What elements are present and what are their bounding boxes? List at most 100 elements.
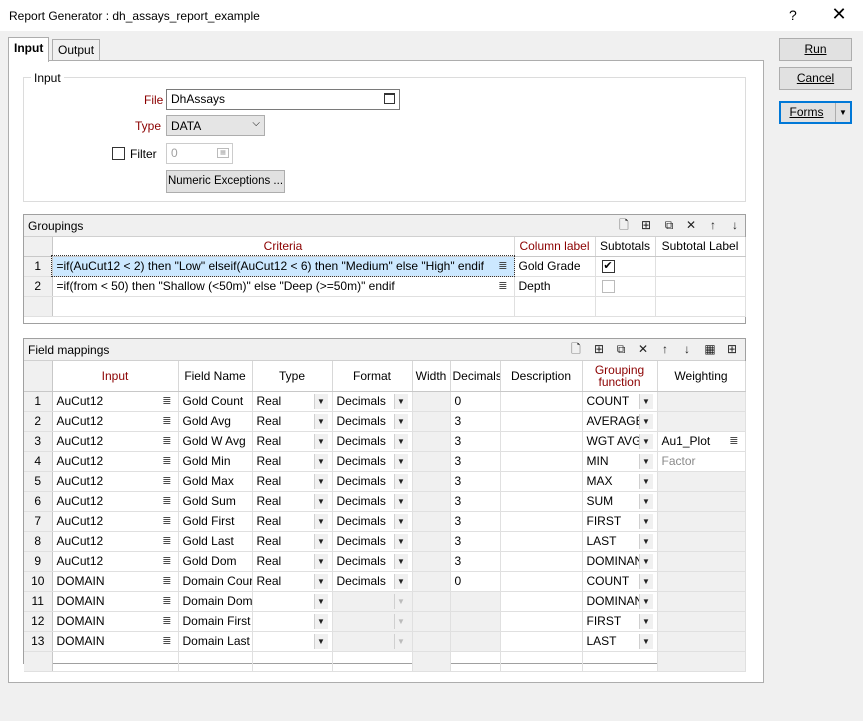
format-dropdown-icon[interactable]: ▼ — [393, 533, 408, 549]
function-dropdown-icon[interactable]: ▼ — [638, 453, 653, 469]
weighting-cell[interactable]: Au1_Plot ≣ — [657, 431, 746, 452]
filter-calendar-icon[interactable]: ▦ — [217, 148, 229, 158]
table-row[interactable]: 8 AuCut12 ≣ Gold Last Real ▼ Decimals ▼ 3 LAST ▼ — [24, 531, 746, 552]
new-row-icon[interactable]: 🗋 — [617, 218, 631, 232]
function-dropdown-icon[interactable]: ▼ — [638, 533, 653, 549]
type-dropdown-icon[interactable]: ▼ — [313, 393, 328, 409]
width-cell[interactable] — [412, 611, 451, 632]
format-dropdown-icon[interactable]: ▼ — [393, 573, 408, 589]
width-cell[interactable] — [412, 631, 451, 652]
width-cell[interactable] — [412, 491, 451, 512]
field-name-cell[interactable]: Gold Last — [178, 531, 253, 552]
format-cell[interactable]: ▼ — [332, 631, 413, 652]
function-dropdown-icon[interactable]: ▼ — [638, 413, 653, 429]
function-dropdown-icon[interactable]: ▼ — [638, 573, 653, 589]
format-dropdown-icon[interactable]: ▼ — [393, 393, 408, 409]
tab-input[interactable]: Input — [8, 37, 50, 62]
description-cell[interactable] — [500, 411, 583, 432]
width-cell[interactable] — [412, 531, 451, 552]
grouping-function-cell[interactable]: DOMINAN ▼ — [582, 591, 658, 612]
function-dropdown-icon[interactable]: ▼ — [638, 633, 653, 649]
width-cell[interactable] — [412, 551, 451, 572]
type-dropdown-icon[interactable]: ▼ — [313, 453, 328, 469]
expression-menu-icon[interactable]: ≣ — [162, 612, 171, 631]
type-dropdown-icon[interactable]: ▼ — [313, 413, 328, 429]
grouping-function-header[interactable]: Grouping function — [582, 361, 658, 392]
decimals-cell[interactable]: 3 — [450, 531, 501, 552]
forms-dropdown-icon[interactable]: ▼ — [835, 103, 850, 122]
expression-menu-icon[interactable]: ≣ — [162, 392, 171, 411]
type-dropdown-icon[interactable]: ▼ — [313, 533, 328, 549]
type-cell[interactable]: Real ▼ — [252, 391, 333, 412]
input-cell[interactable]: DOMAIN ≣ — [52, 591, 179, 612]
grouping-function-cell[interactable]: SUM ▼ — [582, 491, 658, 512]
table-row[interactable]: 3 AuCut12 ≣ Gold W Avg Real ▼ Decimals ▼ 3 WGT AV… — [24, 431, 746, 452]
decimals-cell[interactable]: 3 — [450, 471, 501, 492]
subtotal-checkbox-checked[interactable]: ✔ — [601, 259, 615, 273]
format-dropdown-icon[interactable]: ▼ — [393, 513, 408, 529]
table-row[interactable]: 5 AuCut12 ≣ Gold Max Real ▼ Decimals ▼ 3 MAX ▼ — [24, 471, 746, 492]
field-name-cell[interactable]: Domain Last — [178, 631, 253, 652]
function-dropdown-icon[interactable]: ▼ — [638, 473, 653, 489]
expression-menu-icon[interactable]: ≣ — [729, 432, 738, 451]
format-cell[interactable]: Decimals ▼ — [332, 451, 413, 472]
subtotal-label-cell[interactable] — [655, 256, 746, 277]
format-cell[interactable]: Decimals ▼ — [332, 551, 413, 572]
field-name-cell[interactable]: Gold W Avg — [178, 431, 253, 452]
subtotal-label-cell[interactable] — [655, 276, 746, 297]
format-dropdown-icon[interactable]: ▼ — [393, 613, 408, 629]
input-cell[interactable]: AuCut12 ≣ — [52, 471, 179, 492]
description-cell[interactable] — [500, 391, 583, 412]
move-down-icon[interactable]: ↓ — [728, 218, 742, 232]
criteria-cell[interactable]: =if(from < 50) then "Shallow (<50m)" els… — [52, 276, 515, 297]
decimals-cell[interactable] — [450, 611, 501, 632]
type-cell[interactable]: Real ▼ — [252, 471, 333, 492]
field-name-cell[interactable]: Gold Dom — [178, 551, 253, 572]
filter-checkbox[interactable] — [112, 147, 125, 160]
format-dropdown-icon[interactable]: ▼ — [393, 433, 408, 449]
width-cell[interactable] — [412, 471, 451, 492]
weighting-cell[interactable] — [657, 491, 746, 512]
browse-icon[interactable] — [384, 93, 395, 104]
format-cell[interactable]: ▼ — [332, 611, 413, 632]
weighting-cell[interactable] — [657, 411, 746, 432]
run-button[interactable]: Run — [779, 38, 852, 61]
expression-menu-icon[interactable]: ≣ — [162, 532, 171, 551]
grouping-function-cell[interactable]: FIRST ▼ — [582, 511, 658, 532]
input-header[interactable]: Input — [52, 361, 179, 392]
expression-menu-icon[interactable]: ≣ — [162, 632, 171, 651]
decimals-cell[interactable]: 3 — [450, 411, 501, 432]
weighting-cell[interactable] — [657, 471, 746, 492]
cancel-button[interactable]: Cancel — [779, 67, 852, 90]
description-cell[interactable] — [500, 431, 583, 452]
expression-menu-icon[interactable]: ≣ — [162, 452, 171, 471]
type-dropdown-icon[interactable]: ▼ — [313, 613, 328, 629]
subtotal-checkbox[interactable] — [601, 279, 615, 293]
field-name-cell[interactable]: Gold Sum — [178, 491, 253, 512]
input-cell[interactable]: AuCut12 ≣ — [52, 531, 179, 552]
field-name-cell[interactable]: Domain Cour — [178, 571, 253, 592]
weighting-cell[interactable] — [657, 531, 746, 552]
grouping-function-cell[interactable]: MIN ▼ — [582, 451, 658, 472]
copy-row-icon[interactable]: ⧉ — [662, 218, 676, 232]
format-dropdown-icon[interactable]: ▼ — [393, 493, 408, 509]
subtotal-label-header[interactable]: Subtotal Label — [655, 237, 746, 257]
expression-menu-icon[interactable]: ≣ — [162, 432, 171, 451]
type-dropdown-icon[interactable]: ▼ — [313, 493, 328, 509]
function-dropdown-icon[interactable]: ▼ — [638, 493, 653, 509]
function-dropdown-icon[interactable]: ▼ — [638, 593, 653, 609]
type-dropdown-icon[interactable]: ▼ — [313, 553, 328, 569]
function-dropdown-icon[interactable]: ▼ — [638, 613, 653, 629]
insert-row-icon[interactable]: ⊞ — [592, 342, 606, 356]
expression-menu-icon[interactable]: ≣ — [498, 277, 507, 296]
weighting-cell[interactable] — [657, 511, 746, 532]
table-row[interactable]: 2 =if(from < 50) then "Shallow (<50m)" e… — [24, 276, 746, 297]
function-dropdown-icon[interactable]: ▼ — [638, 553, 653, 569]
table-row[interactable]: 7 AuCut12 ≣ Gold First Real ▼ Decimals ▼ 3 FIRST ▼ — [24, 511, 746, 532]
type-cell[interactable]: Real ▼ — [252, 411, 333, 432]
expression-menu-icon[interactable]: ≣ — [498, 257, 507, 276]
grid-view-icon[interactable]: ▦ — [703, 342, 717, 356]
grouping-function-cell[interactable]: DOMINAN ▼ — [582, 551, 658, 572]
file-input[interactable]: DhAssays — [166, 89, 400, 110]
description-cell[interactable] — [500, 531, 583, 552]
